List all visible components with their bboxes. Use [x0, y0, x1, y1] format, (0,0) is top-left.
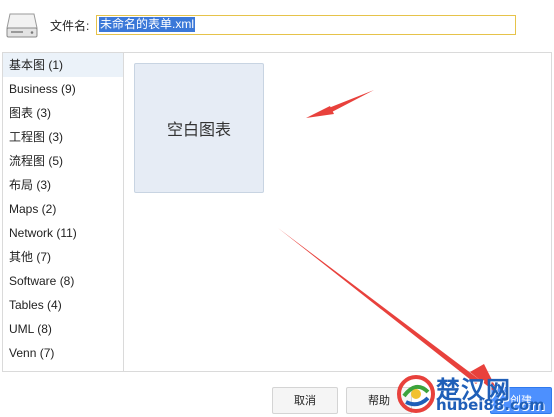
category-item[interactable]: Tables (4) [3, 293, 123, 317]
filename-input[interactable]: 未命名的表单.xml [96, 15, 516, 35]
blank-diagram-template[interactable]: 空白图表 [134, 63, 264, 193]
category-item[interactable]: 图表 (3) [3, 101, 123, 125]
category-item[interactable]: 其他 (7) [3, 245, 123, 269]
create-button[interactable]: 创建 [490, 387, 552, 414]
help-button[interactable]: 帮助 [346, 387, 412, 414]
category-item[interactable]: Business (9) [3, 77, 123, 101]
category-item[interactable]: Software (8) [3, 269, 123, 293]
category-item[interactable]: Venn (7) [3, 341, 123, 365]
hard-drive-icon [6, 13, 38, 38]
category-item[interactable]: 布局 (3) [3, 173, 123, 197]
filename-label: 文件名: [50, 19, 90, 33]
template-gallery: 空白图表 [124, 53, 551, 371]
template-label: 空白图表 [166, 122, 231, 139]
category-item[interactable]: 流程图 (5) [3, 149, 123, 173]
category-item[interactable]: Network (11) [3, 221, 123, 245]
category-item[interactable]: UML (8) [3, 317, 123, 341]
cancel-button[interactable]: 取消 [272, 387, 338, 414]
filename-value[interactable]: 未命名的表单.xml [99, 17, 195, 32]
category-item[interactable]: 工程图 (3) [3, 125, 123, 149]
category-item[interactable]: 基本图 (1) [3, 53, 123, 77]
category-item[interactable]: Maps (2) [3, 197, 123, 221]
template-panel: 基本图 (1) Business (9) 图表 (3) 工程图 (3) 流程图 … [2, 52, 552, 372]
category-sidebar: 基本图 (1) Business (9) 图表 (3) 工程图 (3) 流程图 … [3, 53, 124, 371]
